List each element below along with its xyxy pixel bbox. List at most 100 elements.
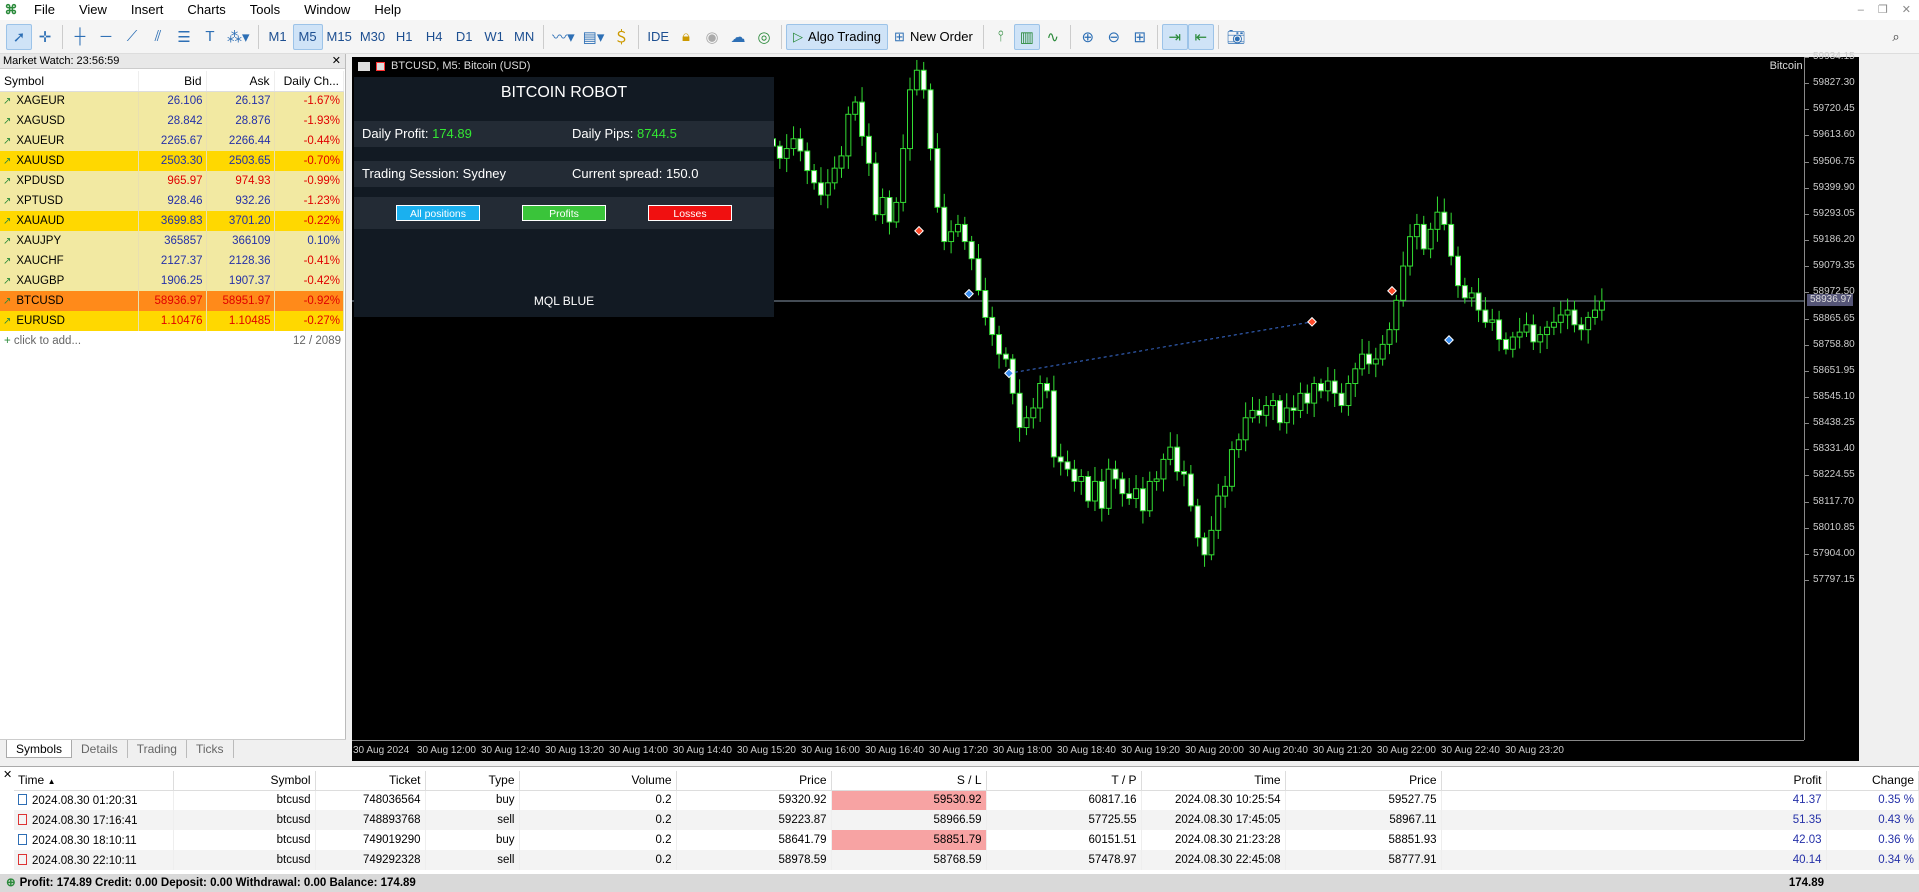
menu-tools[interactable]: Tools xyxy=(238,0,292,20)
column-header-symbol[interactable]: Symbol xyxy=(173,771,316,791)
column-header-time[interactable]: Time ▲ xyxy=(14,771,174,791)
tab-details[interactable]: Details xyxy=(72,740,128,758)
trade-marker[interactable] xyxy=(964,288,974,299)
market-watch-row[interactable]: ↗ XPTUSD 928.46 932.26 -1.23% xyxy=(0,191,344,211)
tab-ticks[interactable]: Ticks xyxy=(187,740,234,758)
menu-view[interactable]: View xyxy=(67,0,119,20)
ide-button[interactable]: IDE xyxy=(643,24,673,50)
close-icon[interactable]: ✕ xyxy=(1902,0,1911,20)
chart-shift-icon[interactable]: ⇤ xyxy=(1187,23,1214,50)
restore-icon[interactable]: ❐ xyxy=(1878,0,1888,20)
close-icon[interactable]: ✕ xyxy=(332,54,341,69)
trade-marker[interactable] xyxy=(1307,316,1317,327)
market-watch-row[interactable]: ↗ XAUUSD 2503.30 2503.65 -0.70% xyxy=(0,151,344,171)
trendline-icon[interactable]: ⟋ xyxy=(119,24,145,50)
minimize-icon[interactable]: – xyxy=(1858,0,1864,20)
market-watch-row[interactable]: ↗ XAGUSD 28.842 28.876 -1.93% xyxy=(0,111,344,131)
indicators-icon[interactable]: 〰▾ xyxy=(548,24,579,50)
trade-marker[interactable] xyxy=(914,225,924,236)
table-row[interactable]: 2024.08.30 01:20:31 btcusd 748036564 buy 0.2… xyxy=(14,790,1919,810)
vps-icon[interactable]: ◎ xyxy=(751,24,777,50)
menu-help[interactable]: Help xyxy=(362,0,413,20)
table-row[interactable]: 2024.08.30 17:16:41 btcusd 748893768 sell 0.… xyxy=(14,810,1919,830)
text-tool-icon[interactable]: T xyxy=(197,24,223,50)
timeframe-h1[interactable]: H1 xyxy=(389,24,419,50)
tab-trading[interactable]: Trading xyxy=(128,740,187,758)
algo-trading-button[interactable]: ▷ Algo Trading xyxy=(786,23,889,50)
cloud-icon[interactable]: ☁ xyxy=(725,24,751,50)
crosshair-icon[interactable]: ✛ xyxy=(32,24,58,50)
lock-icon[interactable]: 🔒︎ xyxy=(673,24,699,50)
price-scale[interactable]: 59934.15 59827.30 59720.45 59613.60 59506.75… xyxy=(1804,51,1859,740)
timeframe-m15[interactable]: M15 xyxy=(323,24,356,50)
channel-icon[interactable]: ⫽ xyxy=(145,24,171,50)
column-header-bid[interactable]: Bid xyxy=(138,71,207,92)
column-header-volume[interactable]: Volume xyxy=(519,771,677,791)
timeframe-m30[interactable]: M30 xyxy=(356,24,389,50)
table-row[interactable]: 2024.08.30 18:10:11 btcusd 749019290 buy 0.2… xyxy=(14,830,1919,850)
candlestick-icon[interactable]: ▥ xyxy=(1013,23,1040,50)
trade-marker[interactable] xyxy=(1444,335,1454,345)
trade-marker[interactable] xyxy=(1387,285,1397,296)
market-watch-row[interactable]: ↗ XAUJPY 365857 366109 0.10% xyxy=(0,231,344,251)
fibonacci-icon[interactable]: ☰ xyxy=(171,24,197,50)
timeframe-m5[interactable]: M5 xyxy=(292,23,323,50)
line-chart-icon[interactable]: ∿ xyxy=(1040,24,1066,50)
column-header-daily-change[interactable]: Daily Ch... xyxy=(274,71,344,92)
column-header-ticket[interactable]: Ticket xyxy=(315,771,426,791)
chart-window[interactable]: BTCUSD, M5: Bitcoin (USD) Bitcoin Robot … xyxy=(352,51,1859,761)
all-positions-button[interactable]: All positions xyxy=(396,205,480,221)
market-watch-row[interactable]: ↗ XPDUSD 965.97 974.93 -0.99% xyxy=(0,171,344,191)
timeframe-mn[interactable]: MN xyxy=(509,24,539,50)
templates-icon[interactable]: ▤▾ xyxy=(579,24,609,50)
column-header-ask[interactable]: Ask xyxy=(206,71,275,92)
market-watch-row[interactable]: ↗ XAGEUR 26.106 26.137 -1.67% xyxy=(0,91,344,111)
column-header-close-price[interactable]: Price xyxy=(1285,771,1442,791)
timeframe-w1[interactable]: W1 xyxy=(479,24,509,50)
column-header-profit[interactable]: Profit xyxy=(1441,771,1827,791)
market-icon[interactable]: ＄ xyxy=(608,24,634,50)
column-header-tp[interactable]: T / P xyxy=(986,771,1142,791)
column-header-sl[interactable]: S / L xyxy=(831,771,987,791)
market-watch-row[interactable]: ↗ BTCUSD 58936.97 58951.97 -0.92% xyxy=(0,291,344,311)
column-header-symbol[interactable]: Symbol xyxy=(0,71,139,92)
profits-button[interactable]: Profits xyxy=(522,205,606,221)
column-header-close-time[interactable]: Time xyxy=(1141,771,1286,791)
close-icon[interactable]: ✕ xyxy=(3,768,12,781)
horizontal-line-icon[interactable]: ─ xyxy=(93,24,119,50)
market-watch-row[interactable]: ↗ XAUGBP 1906.25 1907.37 -0.42% xyxy=(0,271,344,291)
market-watch-row[interactable]: ↗ EURUSD 1.10476 1.10485 -0.27% xyxy=(0,311,344,331)
search-icon[interactable]: ⌕ xyxy=(1883,24,1909,50)
chart-menu-icon[interactable] xyxy=(358,61,370,71)
menu-charts[interactable]: Charts xyxy=(175,0,237,20)
vertical-line-icon[interactable]: ┼ xyxy=(67,24,93,50)
column-header-change[interactable]: Change xyxy=(1826,771,1919,791)
market-watch-row[interactable]: ↗ XAUEUR 2265.67 2266.44 -0.44% xyxy=(0,131,344,151)
menu-insert[interactable]: Insert xyxy=(119,0,176,20)
zoom-out-icon[interactable]: ⊖ xyxy=(1101,24,1127,50)
signal-icon[interactable]: ◉ xyxy=(699,24,725,50)
cursor-icon[interactable]: ➚ xyxy=(6,23,32,50)
autoscroll-icon[interactable]: ⇥ xyxy=(1161,23,1188,50)
add-symbol-row[interactable]: + click to add... 12 / 2089 xyxy=(0,331,345,351)
column-header-type[interactable]: Type xyxy=(425,771,520,791)
timeframe-m1[interactable]: M1 xyxy=(263,24,293,50)
bar-chart-icon[interactable]: ⫯ xyxy=(988,24,1014,50)
new-order-button[interactable]: ⊞ New Order xyxy=(888,24,979,50)
table-row[interactable]: 2024.08.30 22:10:11 btcusd 749292328 sell 0.… xyxy=(14,850,1919,870)
menu-window[interactable]: Window xyxy=(292,0,362,20)
shapes-icon[interactable]: ⁂▾ xyxy=(223,24,254,50)
market-watch-row[interactable]: ↗ XAUAUD 3699.83 3701.20 -0.22% xyxy=(0,211,344,231)
tab-symbols[interactable]: Symbols xyxy=(6,740,73,758)
losses-button[interactable]: Losses xyxy=(648,205,732,221)
candle xyxy=(1009,354,1016,405)
market-watch-row[interactable]: ↗ XAUCHF 2127.37 2128.36 -0.41% xyxy=(0,251,344,271)
timeframe-h4[interactable]: H4 xyxy=(419,24,449,50)
screenshot-icon[interactable]: 📷︎ xyxy=(1223,24,1250,50)
column-header-price[interactable]: Price xyxy=(676,771,832,791)
menu-file[interactable]: File xyxy=(22,0,67,20)
timeframe-d1[interactable]: D1 xyxy=(449,24,479,50)
zoom-in-icon[interactable]: ⊕ xyxy=(1075,24,1101,50)
tile-windows-icon[interactable]: ⊞ xyxy=(1127,24,1153,50)
time-scale[interactable]: 30 Aug 2024 30 Aug 12:00 30 Aug 12:40 30 Au… xyxy=(352,740,1804,761)
